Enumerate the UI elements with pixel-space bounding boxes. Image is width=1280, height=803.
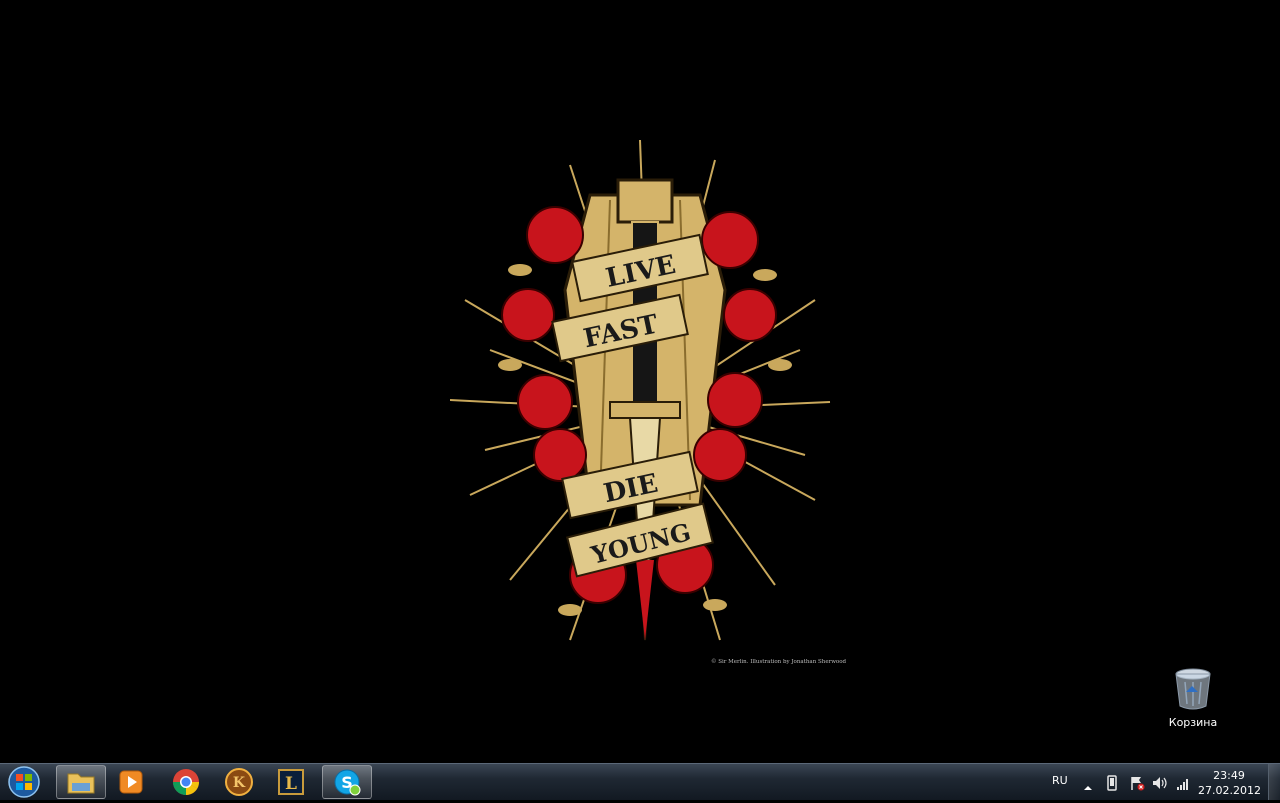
- windows-orb-icon: [8, 766, 40, 798]
- system-clock[interactable]: 23:49 27.02.2012: [1198, 768, 1261, 798]
- wallpaper-illustration: LIVE FAST DIE YOUNG: [449, 139, 831, 641]
- show-hidden-icons-button[interactable]: [1083, 777, 1093, 796]
- taskbar-league-button[interactable]: L: [266, 765, 316, 799]
- desktop: LIVE FAST DIE YOUNG © Sir Merlin. Illust…: [0, 0, 1280, 763]
- volume-icon: [1153, 777, 1167, 789]
- taskbar-explorer-button[interactable]: [56, 765, 106, 799]
- recycle-bin-label: Корзина: [1168, 716, 1218, 729]
- media-player-icon: [119, 770, 143, 794]
- sword-guard: [609, 401, 681, 419]
- blood-tip: [636, 560, 654, 640]
- launcher-icon: K: [225, 768, 253, 796]
- wallpaper-art: LIVE FAST DIE YOUNG: [449, 139, 850, 680]
- recycle-bin-shortcut[interactable]: Корзина: [1162, 668, 1224, 729]
- wallpaper-credit: © Sir Merlin. Illustration by Jonathan S…: [711, 659, 847, 665]
- folder-icon: [67, 773, 95, 794]
- league-icon: L: [278, 769, 304, 795]
- svg-text:L: L: [285, 774, 297, 794]
- taskbar-chrome-button[interactable]: [161, 765, 211, 799]
- tray-action-center[interactable]: [1129, 775, 1145, 795]
- clock-date: 27.02.2012: [1198, 784, 1261, 797]
- show-desktop-button[interactable]: [1268, 764, 1280, 800]
- network-signal-icon: [1177, 779, 1188, 790]
- recycle-bin-icon: [1175, 668, 1211, 710]
- device-icon: [1107, 775, 1117, 791]
- sword-pommel: [616, 178, 674, 224]
- taskbar-game-launcher-button[interactable]: K: [214, 765, 264, 799]
- taskbar-skype-button[interactable]: S: [322, 765, 372, 799]
- start-button[interactable]: [4, 765, 44, 799]
- tray-network[interactable]: [1176, 775, 1190, 795]
- taskbar-media-player-button[interactable]: [106, 765, 156, 799]
- taskbar: K L S RU 23:49 27.02.2012: [0, 763, 1280, 800]
- clock-time: 23:49: [1213, 769, 1245, 782]
- skype-icon: S: [334, 769, 361, 796]
- tray-volume[interactable]: [1152, 775, 1168, 795]
- svg-text:K: K: [233, 775, 246, 791]
- action-center-flag-icon: [1131, 777, 1145, 791]
- language-indicator[interactable]: RU: [1052, 774, 1068, 787]
- tray-device[interactable]: [1105, 775, 1119, 795]
- chrome-icon: [172, 769, 200, 796]
- show-hidden-icons-arrow: [1084, 786, 1092, 790]
